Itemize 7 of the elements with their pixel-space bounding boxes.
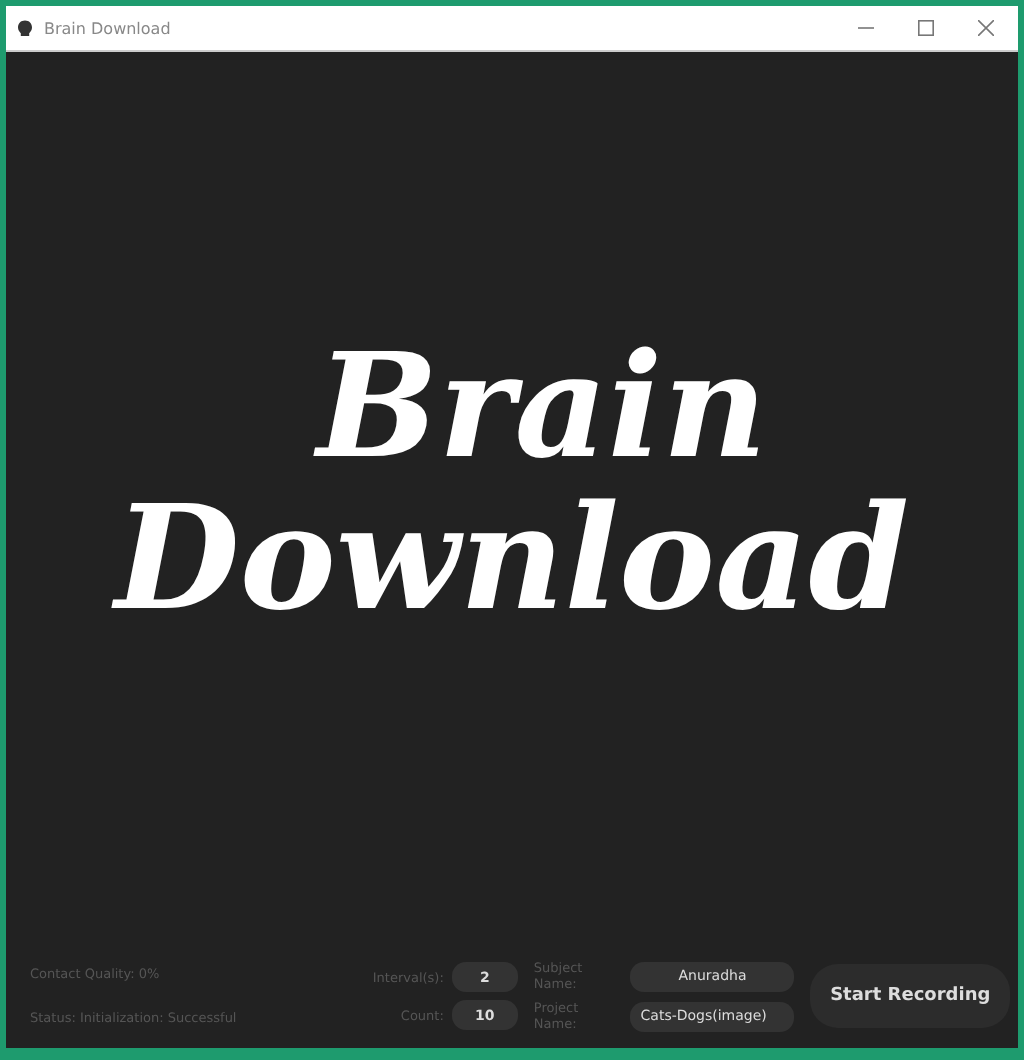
close-icon[interactable] <box>978 20 994 36</box>
start-recording-button[interactable]: Start Recording <box>810 964 1010 1028</box>
logo-text: Brain <box>316 330 768 482</box>
logo-text: Download <box>114 482 910 634</box>
brain-icon <box>18 19 32 37</box>
window-title: Brain Download <box>44 19 171 37</box>
maximize-icon[interactable] <box>918 20 934 36</box>
